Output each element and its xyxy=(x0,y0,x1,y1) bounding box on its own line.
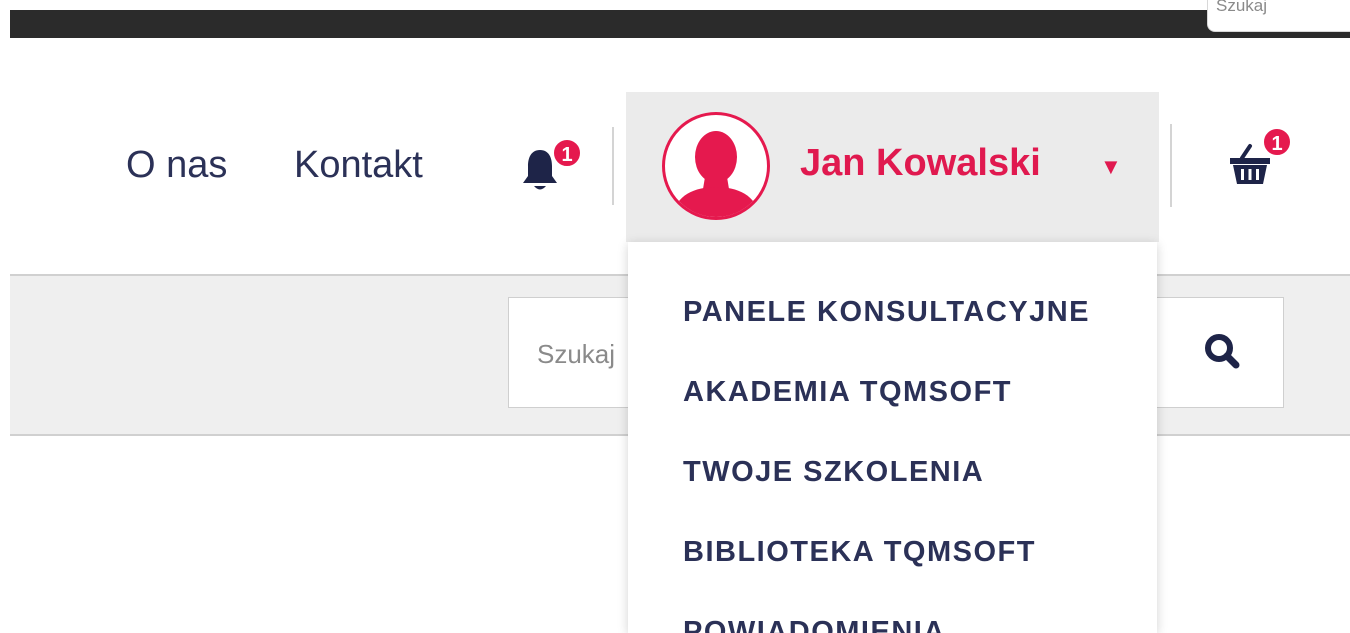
menu-item-powiadomienia[interactable]: POWIADOMIENIA xyxy=(683,616,946,633)
menu-item-akademia-tqmsoft[interactable]: AKADEMIA TQMSOFT xyxy=(683,376,1012,409)
nav-link-o-nas[interactable]: O nas xyxy=(126,144,227,187)
search-icon[interactable] xyxy=(1199,328,1247,376)
menu-item-twoje-szkolenia[interactable]: TWOJE SZKOLENIA xyxy=(683,456,984,489)
divider xyxy=(1170,124,1172,207)
notification-count-badge: 1 xyxy=(552,138,582,168)
menu-item-panele-konsultacyjne[interactable]: PANELE KONSULTACYJNE xyxy=(683,296,1090,329)
top-search-field[interactable]: Szukaj xyxy=(1207,0,1350,32)
user-avatar-icon xyxy=(662,112,770,220)
top-bar xyxy=(10,10,1350,38)
top-search-placeholder: Szukaj xyxy=(1216,0,1268,15)
menu-item-biblioteka-tqmsoft[interactable]: BIBLIOTEKA TQMSOFT xyxy=(683,536,1036,569)
user-menu-toggle[interactable]: Jan Kowalski ▼ xyxy=(626,92,1159,242)
nav-link-kontakt[interactable]: Kontakt xyxy=(294,144,423,187)
user-dropdown-menu: PANELE KONSULTACYJNE AKADEMIA TQMSOFT TW… xyxy=(628,242,1157,633)
cart-count-badge: 1 xyxy=(1262,127,1292,157)
user-name: Jan Kowalski xyxy=(800,142,1041,184)
divider xyxy=(612,127,614,205)
caret-down-icon: ▼ xyxy=(1100,154,1122,179)
